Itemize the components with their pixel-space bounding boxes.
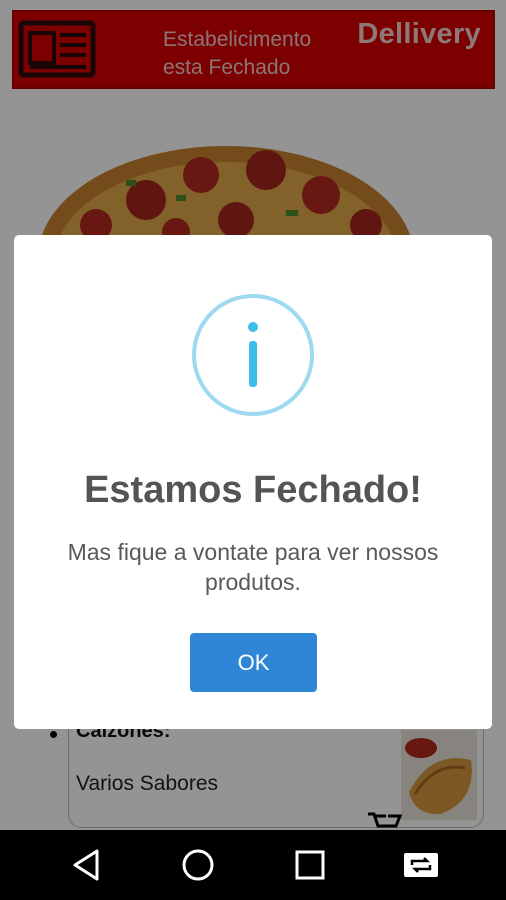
ok-button[interactable]: OK <box>190 633 317 692</box>
dialog-message: Mas fique a vontate para ver nossos prod… <box>67 539 439 595</box>
system-navigation-bar <box>0 830 506 900</box>
home-icon[interactable] <box>178 845 218 885</box>
recents-icon[interactable] <box>290 845 330 885</box>
closed-store-dialog: Estamos Fechado! Mas fique a vontate par… <box>14 235 492 729</box>
rotate-icon[interactable] <box>401 845 441 885</box>
dialog-title: Estamos Fechado! <box>84 469 422 511</box>
back-icon[interactable] <box>67 845 107 885</box>
info-icon <box>192 294 314 416</box>
